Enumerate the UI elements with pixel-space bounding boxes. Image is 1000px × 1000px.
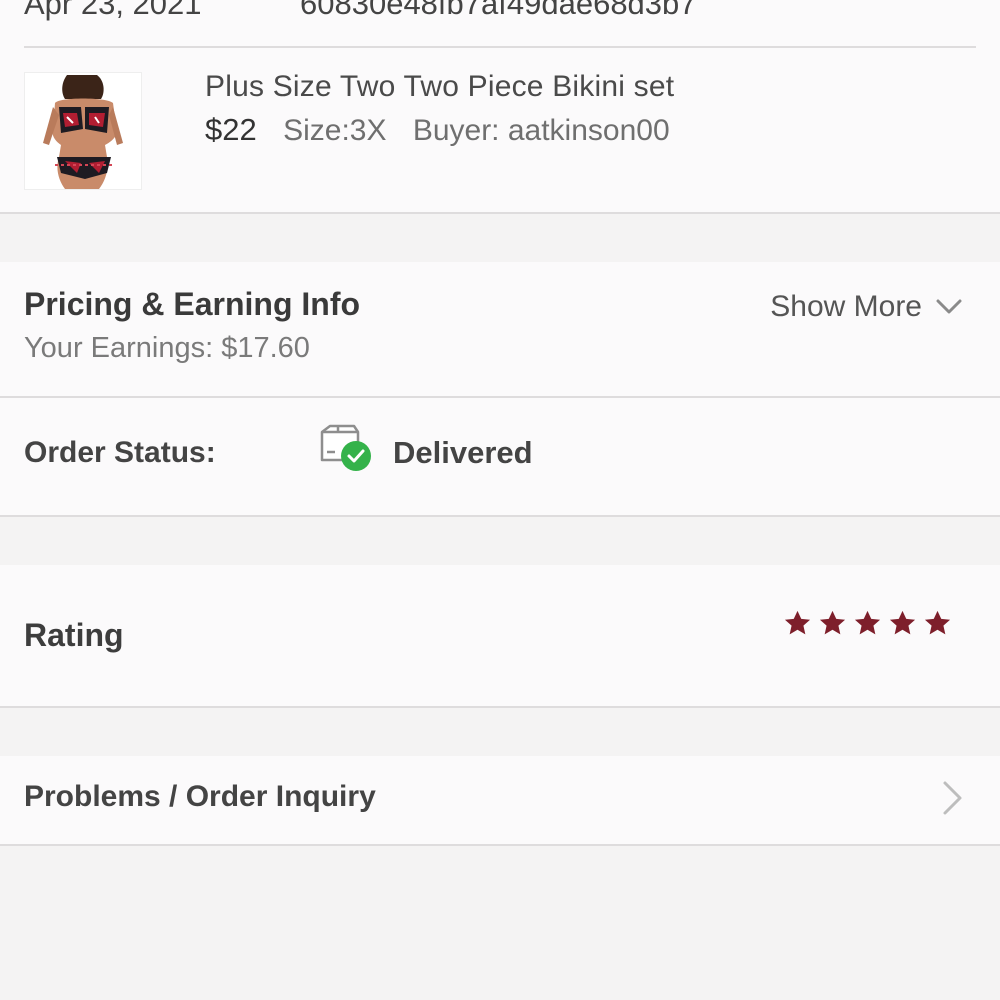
order-inquiry-label: Problems / Order Inquiry bbox=[24, 780, 376, 813]
product-buyer[interactable]: Buyer: aatkinson00 bbox=[413, 114, 670, 147]
bikini-thumbnail-icon bbox=[25, 73, 141, 189]
show-more-button[interactable]: Show More bbox=[770, 290, 962, 324]
star-rating bbox=[783, 609, 952, 638]
pricing-card: Pricing & Earning Info Your Earnings: $1… bbox=[0, 262, 1000, 398]
chevron-down-icon bbox=[936, 299, 962, 314]
product-image[interactable] bbox=[24, 72, 142, 190]
show-more-label: Show More bbox=[770, 290, 922, 323]
product-title[interactable]: Plus Size Two Two Piece Bikini set bbox=[205, 70, 674, 104]
chevron-right-icon bbox=[943, 781, 962, 815]
star-icon bbox=[784, 610, 811, 635]
order-status-card: Order Status: Delivered bbox=[0, 398, 1000, 517]
package-delivered-icon bbox=[318, 424, 376, 476]
star-icon bbox=[854, 610, 881, 635]
order-inquiry-row[interactable]: Problems / Order Inquiry bbox=[0, 756, 1000, 846]
product-details: $22 Size:3X Buyer: aatkinson00 bbox=[205, 112, 670, 148]
order-details-screen: Apr 23, 2021 60830e48fb7af49dae68d3b7 Pl… bbox=[0, 0, 1000, 1000]
order-meta-row: Apr 23, 2021 60830e48fb7af49dae68d3b7 bbox=[24, 0, 976, 48]
order-item-card: Apr 23, 2021 60830e48fb7af49dae68d3b7 Pl… bbox=[0, 0, 1000, 214]
star-icon bbox=[889, 610, 916, 635]
product-size: Size:3X bbox=[283, 114, 387, 147]
pricing-title: Pricing & Earning Info bbox=[24, 286, 361, 322]
star-icon bbox=[819, 610, 846, 635]
product-price: $22 bbox=[205, 112, 257, 147]
order-status-value: Delivered bbox=[393, 435, 533, 470]
star-icon bbox=[924, 610, 951, 635]
earnings-text: Your Earnings: $17.60 bbox=[24, 332, 310, 364]
order-id: 60830e48fb7af49dae68d3b7 bbox=[300, 0, 697, 21]
rating-label: Rating bbox=[24, 617, 124, 653]
order-date: Apr 23, 2021 bbox=[24, 0, 202, 21]
order-status-label: Order Status: bbox=[24, 436, 216, 469]
rating-card: Rating bbox=[0, 565, 1000, 708]
